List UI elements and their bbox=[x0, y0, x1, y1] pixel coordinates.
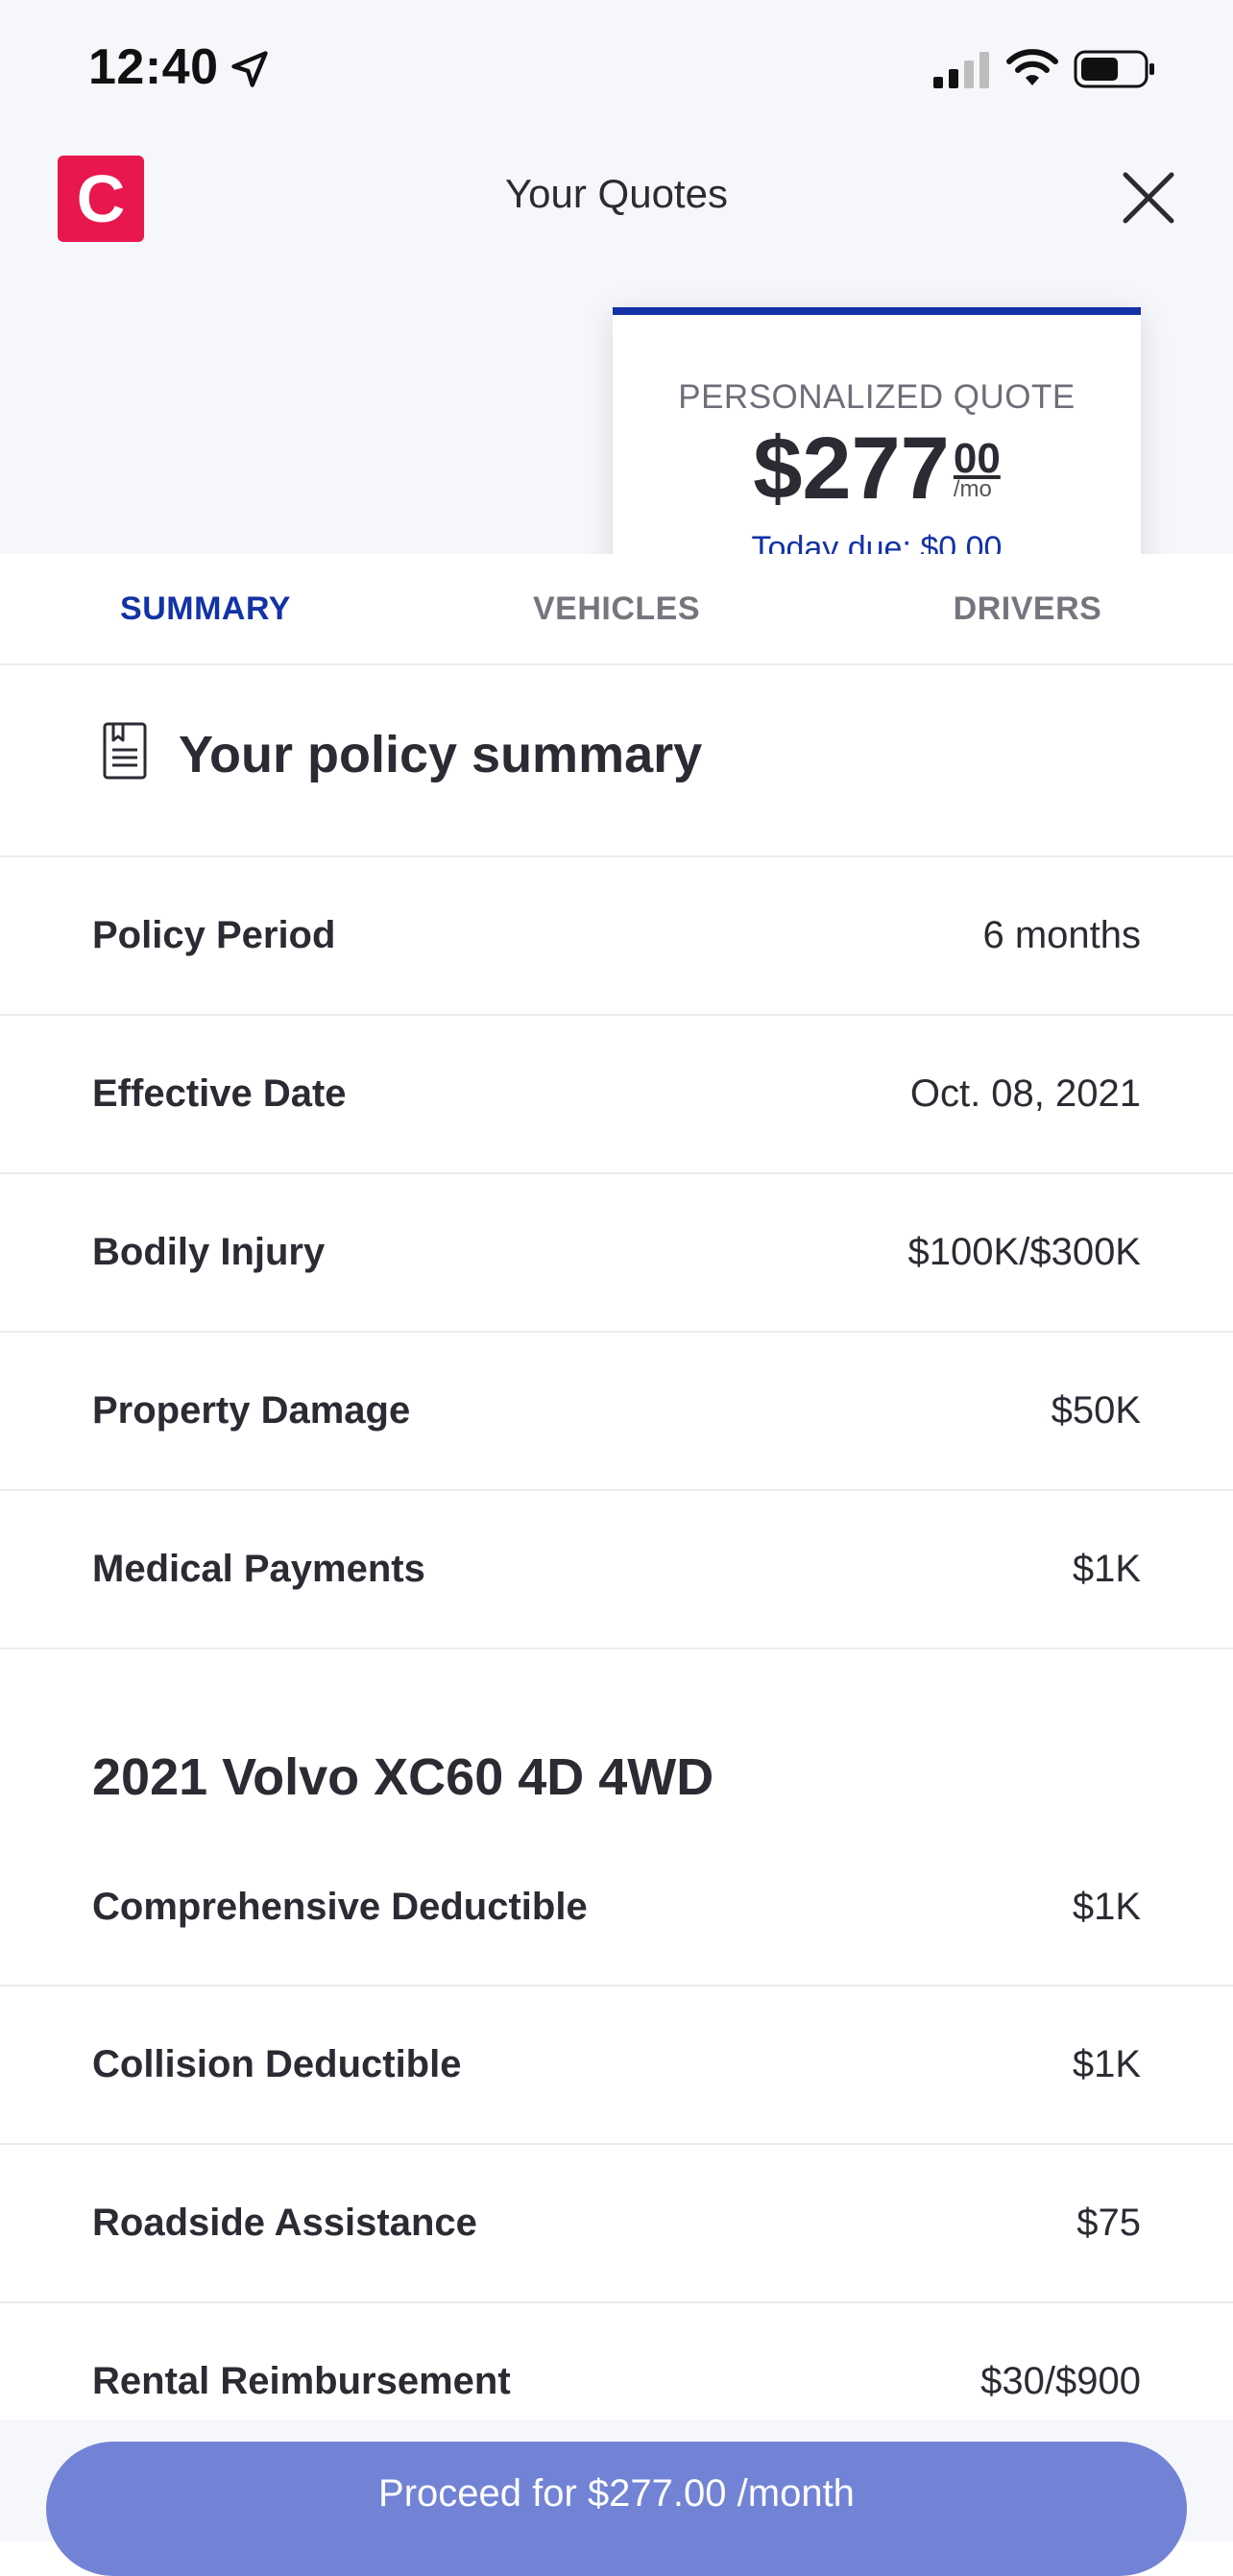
quote-price-unit: /mo bbox=[953, 476, 992, 502]
quote-price-cents: 00 bbox=[953, 435, 1001, 482]
policy-summary-header: Your policy summary bbox=[0, 663, 1233, 857]
summary-row-policy-period: Policy Period 6 months bbox=[0, 857, 1233, 1016]
vehicle-title: 2021 Volvo XC60 4D 4WD bbox=[92, 1748, 714, 1806]
vehicle-row-comprehensive-deductible: Comprehensive Deductible $1K bbox=[0, 1830, 1233, 1986]
vehicle-row-collision-deductible: Collision Deductible $1K bbox=[0, 1986, 1233, 2145]
document-icon bbox=[103, 722, 147, 780]
row-label: Collision Deductible bbox=[92, 2043, 462, 2085]
tab-summary[interactable]: SUMMARY bbox=[0, 554, 411, 663]
row-value: $1K bbox=[1072, 1886, 1141, 1928]
battery-icon bbox=[1074, 50, 1154, 88]
row-label: Comprehensive Deductible bbox=[92, 1886, 588, 1928]
tab-drivers[interactable]: DRIVERS bbox=[822, 554, 1233, 663]
wifi-icon bbox=[1006, 49, 1058, 85]
top-area: 12:40 C Your Quotes PERSONALIZED QUOTE $… bbox=[0, 0, 1233, 554]
row-label: Medical Payments bbox=[92, 1548, 425, 1590]
signal-icon bbox=[933, 52, 989, 88]
row-value: Oct. 08, 2021 bbox=[909, 1072, 1141, 1115]
row-label: Effective Date bbox=[92, 1072, 347, 1115]
row-value: $100K/$300K bbox=[907, 1231, 1141, 1273]
row-label: Policy Period bbox=[92, 914, 336, 956]
row-label: Property Damage bbox=[92, 1389, 411, 1432]
row-value: $1K bbox=[1072, 1548, 1141, 1590]
row-value: $75 bbox=[1076, 2202, 1141, 2244]
row-label: Roadside Assistance bbox=[92, 2202, 477, 2244]
quote-price: $277 00 /mo bbox=[753, 424, 1001, 513]
row-value: $1K bbox=[1072, 2043, 1141, 2085]
row-value: $50K bbox=[1051, 1389, 1141, 1432]
location-arrow-icon bbox=[231, 51, 268, 87]
tab-vehicles[interactable]: VEHICLES bbox=[411, 554, 822, 663]
quote-label: PERSONALIZED QUOTE bbox=[678, 378, 1076, 416]
quote-price-fraction: 00 /mo bbox=[954, 438, 1001, 501]
tab-bar: SUMMARY VEHICLES DRIVERS bbox=[0, 554, 1233, 665]
quote-due-today: Today due: $0.00 bbox=[751, 530, 1003, 554]
summary-row-effective-date: Effective Date Oct. 08, 2021 bbox=[0, 1016, 1233, 1174]
proceed-button[interactable]: Proceed for $277.00 /month bbox=[46, 2442, 1187, 2576]
page-title: Your Quotes bbox=[505, 171, 728, 216]
vehicle-row-roadside-assistance: Roadside Assistance $75 bbox=[0, 2145, 1233, 2303]
summary-row-medical-payments: Medical Payments $1K bbox=[0, 1491, 1233, 1649]
row-label: Bodily Injury bbox=[92, 1231, 326, 1273]
close-icon[interactable] bbox=[1122, 171, 1175, 225]
quote-price-dollars: $277 bbox=[753, 420, 950, 518]
status-bar: 12:40 bbox=[0, 0, 1233, 134]
summary-row-property-damage: Property Damage $50K bbox=[0, 1333, 1233, 1491]
status-time: 12:40 bbox=[88, 39, 219, 95]
personalized-quote-card[interactable]: PERSONALIZED QUOTE $277 00 /mo Today due… bbox=[613, 307, 1141, 554]
summary-row-bodily-injury: Bodily Injury $100K/$300K bbox=[0, 1174, 1233, 1333]
row-value: 6 months bbox=[982, 914, 1141, 956]
policy-summary-title: Your policy summary bbox=[179, 726, 703, 783]
